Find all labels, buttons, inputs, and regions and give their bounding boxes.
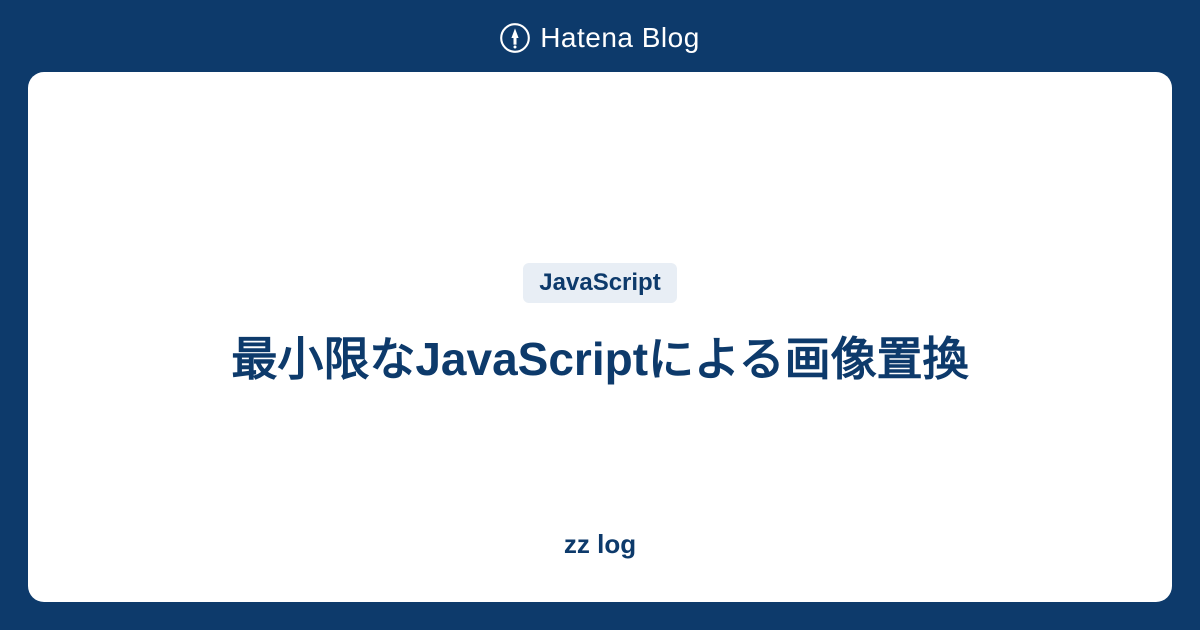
hatena-logo-icon xyxy=(500,23,530,53)
content-card: JavaScript 最小限なJavaScriptによる画像置換 zz log xyxy=(28,72,1172,602)
blog-name: zz log xyxy=(564,529,636,560)
category-tag: JavaScript xyxy=(523,263,676,303)
brand-text: Hatena Blog xyxy=(540,22,700,54)
header: Hatena Blog xyxy=(0,0,1200,72)
article-title: 最小限なJavaScriptによる画像置換 xyxy=(231,327,968,391)
